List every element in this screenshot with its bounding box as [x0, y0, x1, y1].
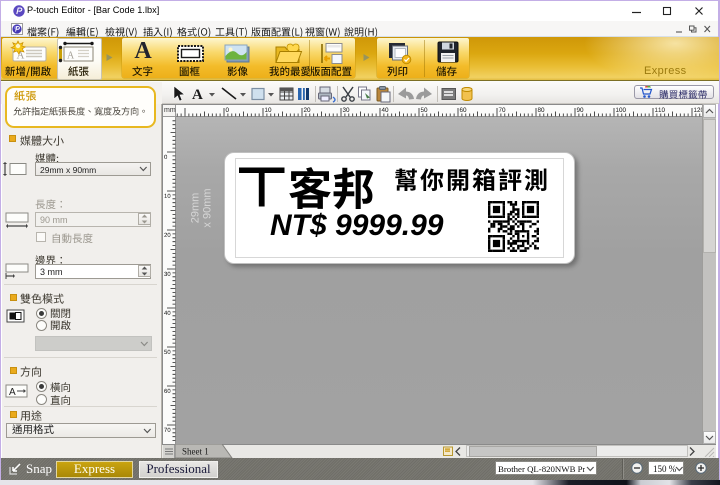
svg-text:A: A [67, 51, 75, 62]
svg-text:A: A [9, 387, 16, 398]
svg-text:Sheet 1: Sheet 1 [182, 447, 209, 457]
svg-text:A: A [192, 87, 203, 103]
